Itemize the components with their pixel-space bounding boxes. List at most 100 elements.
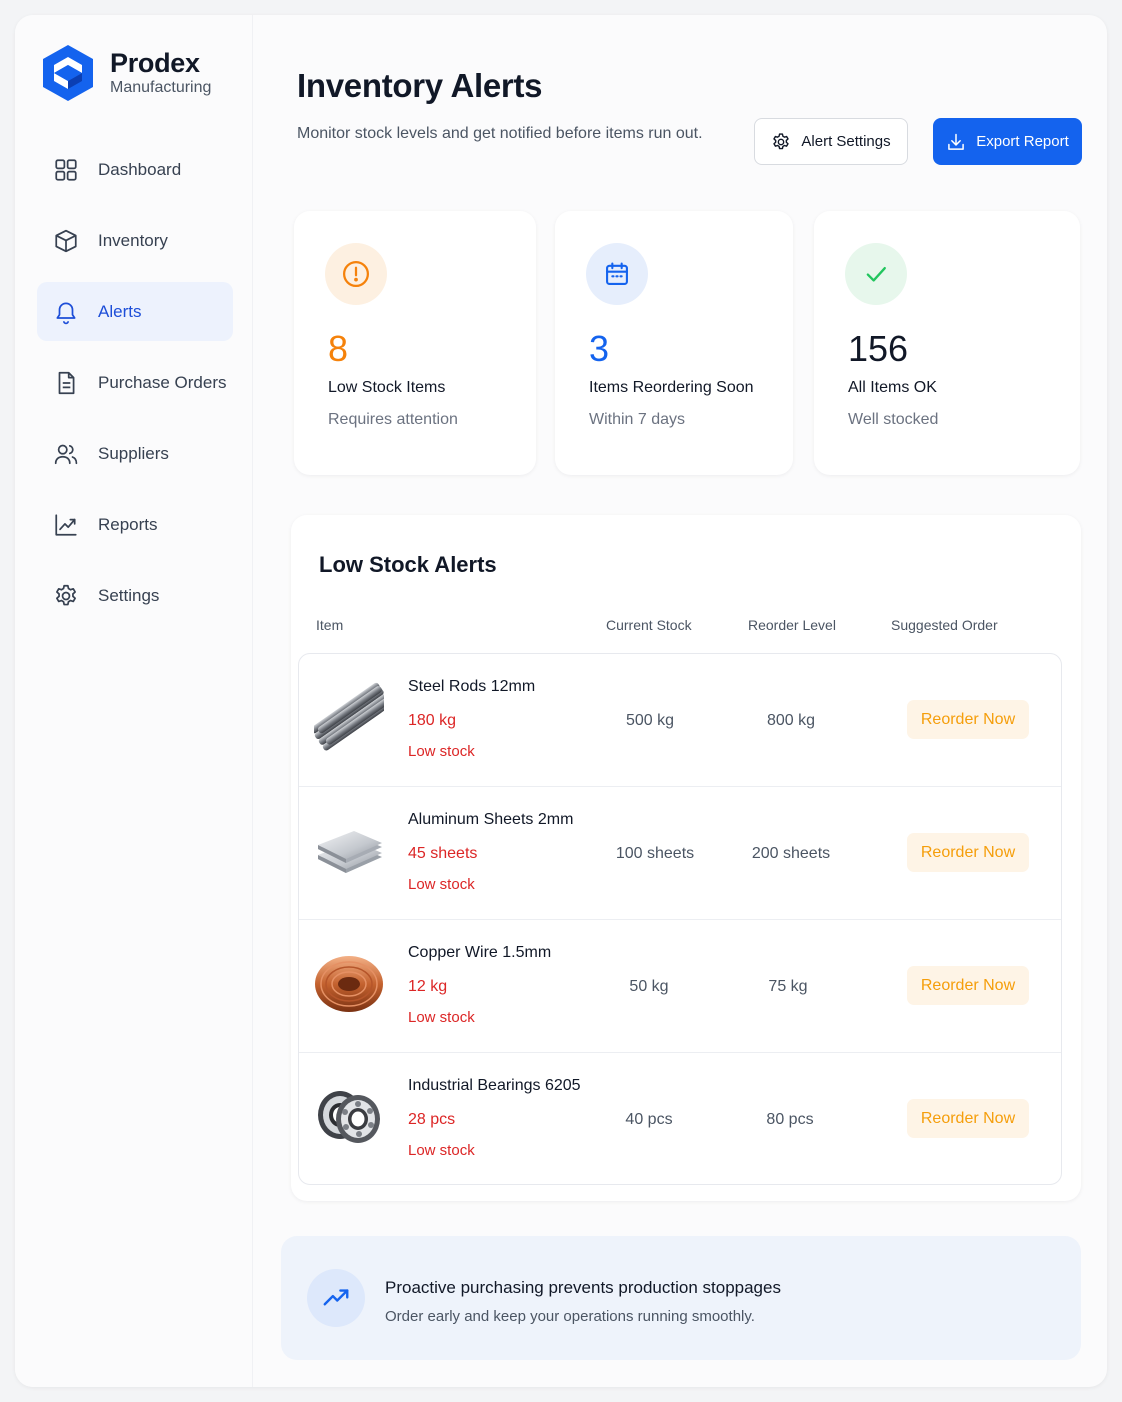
table-body: Steel Rods 12mm 180 kg Low stock 500 kg … bbox=[298, 653, 1062, 1185]
low-stock-table-card: Low Stock Alerts Item Current Stock Reor… bbox=[291, 515, 1081, 1201]
app-window: Prodex Manufacturing Dashboard Inventory bbox=[15, 15, 1107, 1387]
sidebar-item-label: Dashboard bbox=[98, 159, 182, 179]
brand-subtitle: Manufacturing bbox=[110, 79, 212, 96]
sidebar-item-label: Alerts bbox=[98, 301, 142, 321]
bearings-image bbox=[318, 1091, 380, 1143]
table-title: Low Stock Alerts bbox=[319, 552, 497, 577]
sidebar-item-label: Purchase Orders bbox=[98, 372, 227, 392]
main-content: Inventory Alerts Monitor stock levels an… bbox=[253, 15, 1107, 1387]
table-row[interactable]: Aluminum Sheets 2mm 45 sheets Low stock … bbox=[299, 787, 1061, 920]
reorder-now-button[interactable]: Reorder Now bbox=[907, 833, 1029, 872]
bell-icon bbox=[56, 301, 76, 324]
sidebar-item-inventory[interactable]: Inventory bbox=[37, 211, 233, 270]
column-header-item: Item bbox=[316, 617, 344, 633]
sidebar-item-label: Inventory bbox=[98, 230, 168, 250]
calendar-icon bbox=[606, 262, 628, 285]
stat-note: Requires attention bbox=[328, 411, 458, 428]
stat-value: 3 bbox=[589, 328, 610, 369]
page-subtitle: Monitor stock levels and get notified be… bbox=[297, 125, 703, 142]
aluminum-sheets-image bbox=[318, 831, 382, 873]
document-icon bbox=[58, 371, 75, 394]
column-header-suggested-order: Suggested Order bbox=[891, 617, 998, 633]
item-status: Low stock bbox=[408, 743, 475, 760]
reorder-now-button[interactable]: Reorder Now bbox=[907, 966, 1029, 1005]
info-banner: Proactive purchasing prevents production… bbox=[281, 1236, 1081, 1360]
gear-icon bbox=[773, 132, 790, 149]
current-stock-cell: 100 sheets bbox=[615, 845, 695, 862]
stat-value: 8 bbox=[328, 328, 349, 369]
item-name: Aluminum Sheets 2mm bbox=[408, 811, 574, 828]
column-header-reorder-level: Reorder Level bbox=[748, 617, 836, 633]
sidebar: Prodex Manufacturing Dashboard Inventory bbox=[15, 15, 253, 1387]
stat-value: 156 bbox=[848, 328, 909, 369]
stat-card-low-stock[interactable]: 8 Low Stock Items Requires attention bbox=[294, 211, 536, 475]
alert-settings-label: Alert Settings bbox=[801, 133, 891, 150]
download-icon bbox=[948, 133, 965, 150]
brand-name: Prodex bbox=[110, 48, 200, 78]
banner-title: Proactive purchasing prevents production… bbox=[385, 1278, 781, 1297]
item-name: Copper Wire 1.5mm bbox=[408, 944, 552, 961]
item-quantity: 28 pcs bbox=[408, 1111, 456, 1128]
chart-line-icon bbox=[55, 513, 77, 536]
reorder-level-cell: 80 pcs bbox=[766, 1111, 814, 1128]
table-row[interactable]: Industrial Bearings 6205 28 pcs Low stoc… bbox=[299, 1053, 1061, 1184]
trending-up-icon bbox=[323, 1289, 349, 1306]
users-icon bbox=[54, 444, 78, 464]
item-name: Steel Rods 12mm bbox=[408, 678, 536, 695]
stat-icon-badge bbox=[325, 243, 387, 305]
sidebar-item-label: Settings bbox=[98, 585, 160, 605]
sidebar-item-suppliers[interactable]: Suppliers bbox=[37, 424, 233, 483]
current-stock-cell: 500 kg bbox=[625, 712, 675, 729]
table-row[interactable]: Copper Wire 1.5mm 12 kg Low stock 50 kg … bbox=[299, 920, 1061, 1053]
warning-circle-icon bbox=[343, 261, 369, 287]
stat-card-all-ok[interactable]: 156 All Items OK Well stocked bbox=[814, 211, 1080, 475]
reorder-level-cell: 75 kg bbox=[768, 978, 808, 995]
dashboard-grid-icon bbox=[55, 158, 77, 181]
export-report-button[interactable]: Export Report bbox=[933, 118, 1082, 165]
table-row[interactable]: Steel Rods 12mm 180 kg Low stock 500 kg … bbox=[299, 654, 1061, 787]
sidebar-item-purchase-orders[interactable]: Purchase Orders bbox=[37, 353, 233, 412]
stat-icon-badge bbox=[586, 243, 648, 305]
item-thumbnail bbox=[314, 944, 384, 1022]
stat-label: Items Reordering Soon bbox=[589, 379, 754, 396]
alert-settings-button[interactable]: Alert Settings bbox=[754, 118, 908, 165]
current-stock-cell: 40 pcs bbox=[625, 1111, 673, 1128]
current-stock-cell: 50 kg bbox=[629, 978, 669, 995]
item-quantity: 12 kg bbox=[408, 978, 448, 995]
prodex-logo-icon bbox=[43, 45, 93, 101]
item-status: Low stock bbox=[408, 876, 475, 893]
stat-label: All Items OK bbox=[848, 379, 937, 396]
item-thumbnail bbox=[314, 1077, 384, 1155]
steel-rods-image bbox=[314, 682, 384, 751]
sidebar-item-settings[interactable]: Settings bbox=[37, 566, 233, 625]
item-name: Industrial Bearings 6205 bbox=[408, 1077, 581, 1094]
item-thumbnail bbox=[314, 678, 384, 756]
sidebar-item-reports[interactable]: Reports bbox=[37, 495, 233, 554]
sidebar-item-label: Suppliers bbox=[98, 443, 169, 463]
reorder-now-button[interactable]: Reorder Now bbox=[907, 700, 1029, 739]
check-icon bbox=[866, 267, 886, 282]
export-report-label: Export Report bbox=[976, 133, 1069, 150]
reorder-level-cell: 200 sheets bbox=[751, 845, 831, 862]
reorder-level-cell: 800 kg bbox=[766, 712, 816, 729]
brand[interactable]: Prodex Manufacturing bbox=[41, 43, 211, 103]
item-quantity: 180 kg bbox=[408, 712, 457, 729]
banner-subtitle: Order early and keep your operations run… bbox=[385, 1308, 755, 1325]
sidebar-item-alerts[interactable]: Alerts bbox=[37, 282, 233, 341]
stat-card-reordering-soon[interactable]: 3 Items Reordering Soon Within 7 days bbox=[555, 211, 793, 475]
column-header-current-stock: Current Stock bbox=[606, 617, 692, 633]
sidebar-item-dashboard[interactable]: Dashboard bbox=[37, 140, 233, 199]
reorder-now-button[interactable]: Reorder Now bbox=[907, 1099, 1029, 1138]
stat-note: Within 7 days bbox=[589, 411, 686, 428]
item-thumbnail bbox=[314, 811, 384, 889]
stat-label: Low Stock Items bbox=[328, 379, 446, 396]
gear-icon bbox=[56, 584, 76, 605]
sidebar-nav: Dashboard Inventory Alerts Purchase Orde… bbox=[37, 140, 233, 637]
sidebar-item-label: Reports bbox=[98, 514, 158, 534]
stat-note: Well stocked bbox=[848, 411, 939, 428]
item-status: Low stock bbox=[408, 1009, 475, 1026]
page-title: Inventory Alerts bbox=[297, 67, 543, 104]
item-status: Low stock bbox=[408, 1142, 475, 1159]
banner-icon-badge bbox=[307, 1269, 365, 1327]
copper-wire-image bbox=[315, 956, 383, 1012]
